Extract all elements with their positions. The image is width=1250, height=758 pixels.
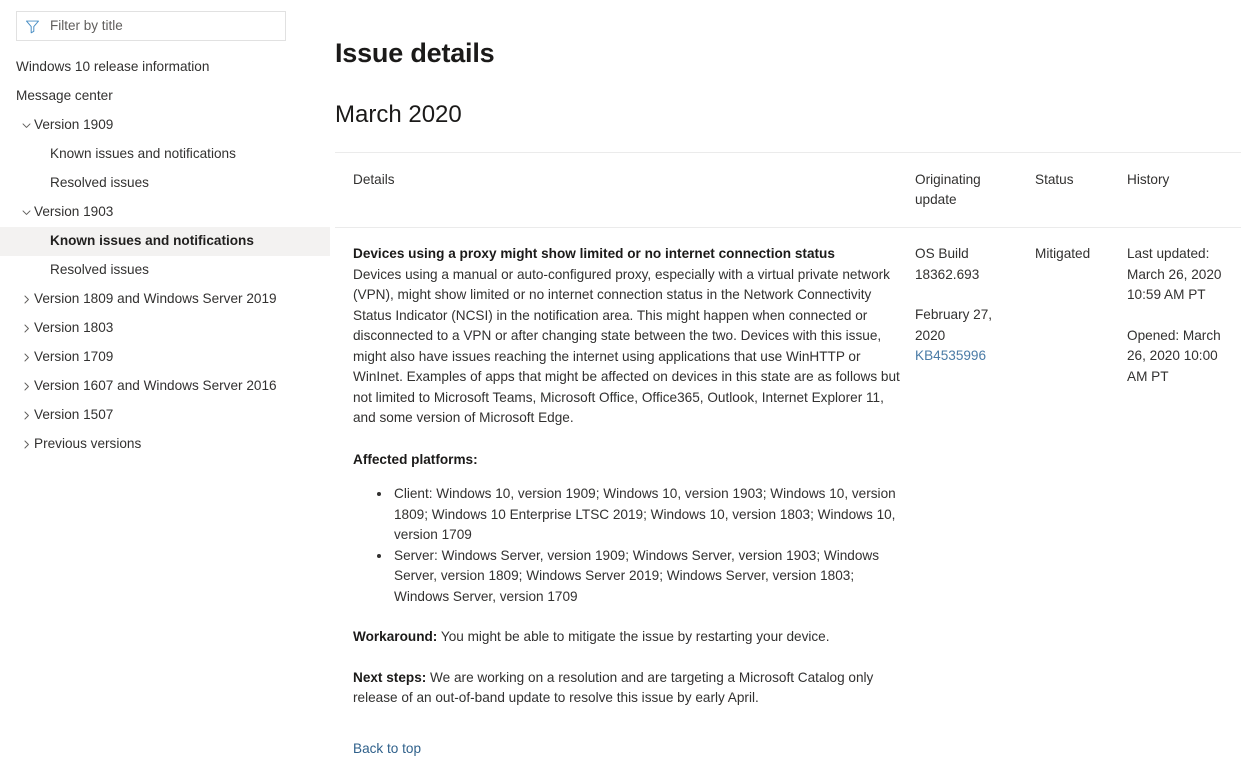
history-cell: Last updated: March 26, 2020 10:59 AM PT… [1127,228,1241,758]
filter-icon [25,19,40,34]
column-header-status: Status [1035,152,1127,228]
sidebar-item-previous-versions[interactable]: Previous versions [0,430,330,459]
next-steps-label: Next steps: [353,669,427,685]
sidebar-item-version-1507[interactable]: Version 1507 [0,401,330,430]
sidebar-item-label: Message center [16,88,113,103]
kb-article-link[interactable]: KB4535996 [915,348,986,363]
chevron-right-icon[interactable] [18,348,34,366]
sidebar-item-label: Version 1709 [34,349,114,364]
sidebar-item-label: Previous versions [34,436,142,451]
sidebar-item-label: Version 1809 and Windows Server 2019 [34,291,277,306]
sidebar-item-version-1709[interactable]: Version 1709 [0,343,330,372]
sidebar-nav: Windows 10 release information Message c… [0,53,330,459]
next-steps-text: We are working on a resolution and are t… [353,669,874,706]
sidebar-item-version-1809-and-windows-server-2019[interactable]: Version 1809 and Windows Server 2019 [0,285,330,314]
table-header: Details Originating update Status Histor… [335,152,1241,228]
main-content: Issue details March 2020 Details Origina… [330,0,1250,758]
sidebar-item-label: Resolved issues [50,262,149,277]
chevron-right-icon[interactable] [18,319,34,337]
chevron-right-icon[interactable] [18,406,34,424]
sidebar-item-label: Version 1507 [34,407,114,422]
sidebar-item-message-center[interactable]: Message center [0,82,330,111]
sidebar-item-label: Known issues and notifications [50,233,254,248]
affected-platforms-list: Client: Windows 10, version 1909; Window… [353,484,901,607]
sidebar-item-label: Windows 10 release information [16,59,210,74]
affected-platforms-label: Affected platforms: [353,451,478,467]
history-opened: Opened: March 26, 2020 10:00 AM PT [1127,327,1221,384]
originating-update-cell: OS Build 18362.693 February 27, 2020 KB4… [915,228,1035,758]
column-header-history: History [1127,152,1241,228]
table-row: Devices using a proxy might show limited… [335,228,1241,758]
sidebar-item-label: Known issues and notifications [50,146,236,161]
issue-details-cell: Devices using a proxy might show limited… [335,228,915,758]
filter-by-title-box[interactable] [16,11,286,41]
column-header-originating-update: Originating update [915,152,1035,228]
sidebar-item-version-1803[interactable]: Version 1803 [0,314,330,343]
next-steps-paragraph: Next steps: We are working on a resoluti… [353,668,901,709]
sidebar: Windows 10 release information Message c… [0,0,330,758]
sidebar-item-windows-10-release-information[interactable]: Windows 10 release information [0,53,330,82]
status-cell: Mitigated [1035,228,1127,758]
chevron-right-icon[interactable] [18,377,34,395]
chevron-down-icon[interactable] [18,116,34,134]
chevron-down-icon[interactable] [18,203,34,221]
sidebar-item-version-1903[interactable]: Version 1903 [0,198,330,227]
sidebar-item-1909-known-issues-and-notifications[interactable]: Known issues and notifications [0,140,330,169]
workaround-label: Workaround: [353,629,438,644]
os-build-value: OS Build 18362.693 [915,246,980,282]
list-item: Server: Windows Server, version 1909; Wi… [392,546,901,608]
month-heading: March 2020 [335,101,462,128]
sidebar-item-label: Version 1803 [34,320,114,335]
filter-input[interactable] [50,16,277,36]
originating-update-date: February 27, 2020 [915,307,993,343]
chevron-right-icon[interactable] [18,435,34,453]
sidebar-item-label: Resolved issues [50,175,149,190]
table-body: Devices using a proxy might show limited… [335,228,1241,758]
chevron-right-icon[interactable] [18,290,34,308]
sidebar-item-version-1909[interactable]: Version 1909 [0,111,330,140]
sidebar-item-label: Version 1607 and Windows Server 2016 [34,378,277,393]
back-to-top-link[interactable]: Back to top [353,739,421,758]
sidebar-item-1903-resolved-issues[interactable]: Resolved issues [0,256,330,285]
issue-title: Devices using a proxy might show limited… [353,246,835,261]
sidebar-item-1903-known-issues-and-notifications[interactable]: Known issues and notifications [0,227,330,256]
workaround-text: You might be able to mitigate the issue … [437,629,830,644]
issues-table: Details Originating update Status Histor… [335,152,1241,758]
sidebar-item-version-1607-and-windows-server-2016[interactable]: Version 1607 and Windows Server 2016 [0,372,330,401]
workaround-paragraph: Workaround: You might be able to mitigat… [353,627,901,648]
list-item: Client: Windows 10, version 1909; Window… [392,484,901,546]
history-last-updated: Last updated: March 26, 2020 10:59 AM PT [1127,246,1222,302]
column-header-details: Details [335,152,915,228]
sidebar-item-label: Version 1903 [34,204,114,219]
page-title: Issue details [335,38,495,68]
status-badge: Mitigated [1035,246,1091,261]
table-header-row: Details Originating update Status Histor… [335,152,1241,228]
app-root: Windows 10 release information Message c… [0,0,1250,758]
issue-description: Devices using a manual or auto-configure… [353,266,900,426]
sidebar-item-1909-resolved-issues[interactable]: Resolved issues [0,169,330,198]
sidebar-item-label: Version 1909 [34,117,114,132]
